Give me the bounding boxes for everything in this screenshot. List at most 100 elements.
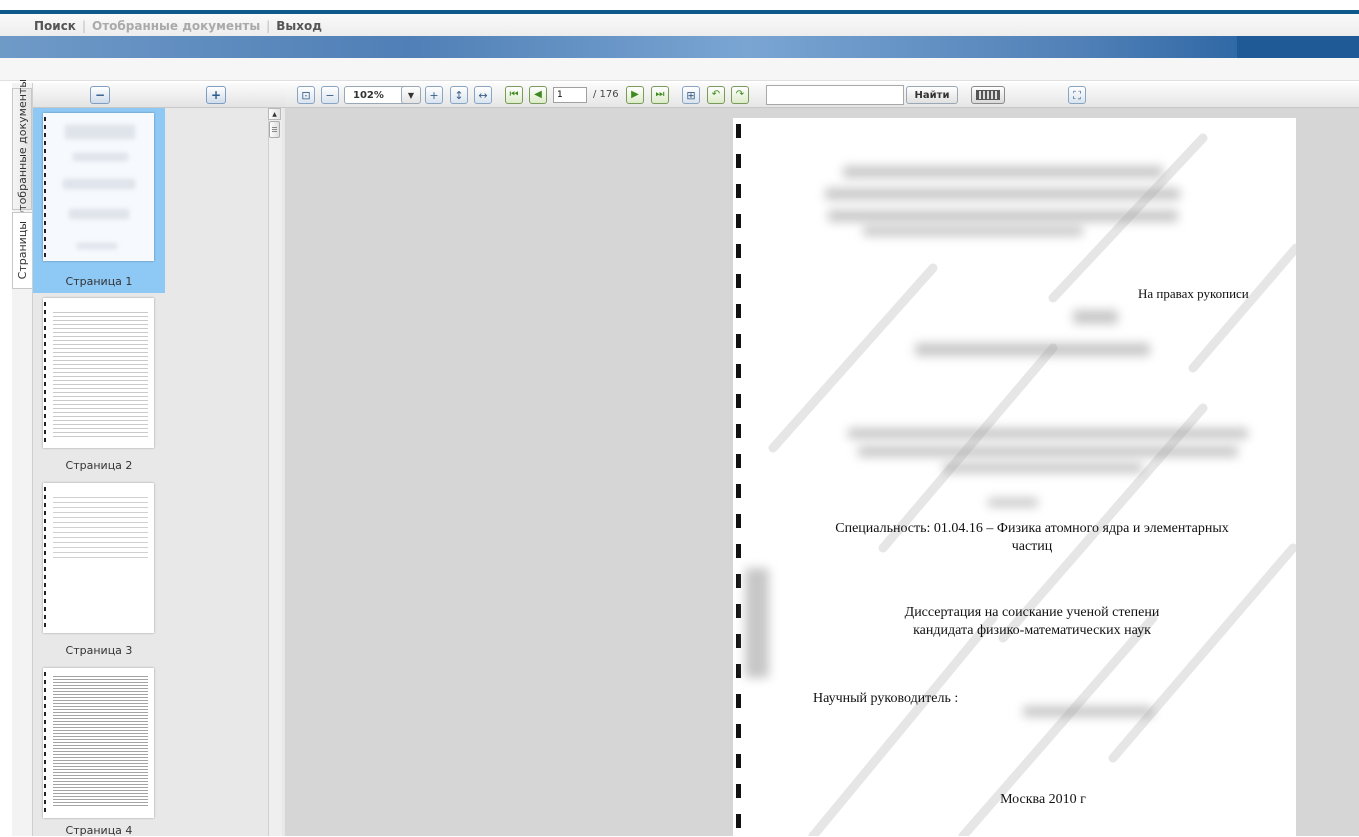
- first-page-button[interactable]: ⏮: [505, 86, 523, 104]
- thumbnail-zoom-out-button[interactable]: −: [90, 86, 110, 104]
- tab-pages-label: Страницы: [16, 221, 29, 280]
- arrow-left-icon: ◀: [534, 89, 542, 100]
- fullscreen-button[interactable]: ⛶: [1068, 86, 1086, 104]
- blurred-text: [73, 153, 128, 161]
- header-gap: [0, 58, 1359, 81]
- perforation-mark: [736, 124, 741, 836]
- thumbnail-label: Страница 3: [65, 644, 133, 657]
- back-button[interactable]: ↶: [707, 86, 725, 104]
- specialty-line-1: Специальность: 01.04.16 – Физика атомног…: [835, 521, 1229, 536]
- first-page-icon: ⏮: [509, 89, 519, 100]
- zoom-out-button[interactable]: −: [321, 86, 339, 104]
- scroll-up-button[interactable]: ▲: [268, 108, 281, 120]
- scrollbar-thumb[interactable]: [269, 121, 280, 138]
- undo-arrow-icon: ↶: [711, 89, 721, 100]
- thumbnail-page-4[interactable]: Страница 4: [33, 663, 165, 837]
- blurred-text: [65, 125, 135, 139]
- fit-width-icon: ↔: [478, 88, 488, 102]
- document-page[interactable]: На правах рукописи Специальность: 01.04.…: [733, 118, 1296, 836]
- thumbnail-label: Страница 1: [65, 275, 133, 288]
- blurred-text: [63, 179, 135, 189]
- plus-icon: +: [210, 88, 222, 102]
- thumbnail-image: [43, 298, 154, 448]
- dissertation-line-2: кандидата физико-математических наук: [913, 623, 1151, 638]
- blurred-text: [915, 343, 1150, 356]
- fit-height-icon: ↕: [454, 88, 464, 102]
- thumbnail-page-1[interactable]: Страница 1: [33, 108, 165, 293]
- thumbnail-label: Страница 4: [65, 824, 133, 837]
- tab-selected-documents-label: Отобранные документы: [15, 78, 29, 220]
- arrow-up-icon: ▲: [272, 110, 277, 118]
- arrow-right-icon: ▶: [631, 89, 639, 100]
- keyboard-icon: [976, 90, 1000, 100]
- zoom-level-field[interactable]: 102%: [344, 86, 408, 104]
- blurred-text: [863, 226, 1083, 236]
- minus-icon: −: [325, 88, 335, 102]
- blurred-text: [69, 209, 129, 219]
- blurred-text: [843, 166, 1163, 178]
- fit-width-button[interactable]: ↔: [474, 86, 492, 104]
- menu-selected-docs-link[interactable]: Отобранные документы: [92, 19, 260, 33]
- blurred-text: [988, 498, 1038, 507]
- blurred-text: [858, 446, 1238, 457]
- text-lines: [53, 312, 148, 438]
- blurred-text: [1073, 310, 1118, 324]
- thumbnail-label: Страница 2: [65, 459, 133, 472]
- specialty-line-2: частиц: [1011, 539, 1053, 554]
- thumbnail-image: [43, 113, 154, 261]
- cart-icon: ⊞: [686, 88, 696, 102]
- thumbnail-page-2[interactable]: Страница 2: [33, 293, 165, 478]
- thumbnail-page-3[interactable]: Страница 3: [33, 478, 165, 663]
- perforation-mark: [44, 302, 46, 442]
- menu-separator: |: [266, 18, 271, 33]
- header-banner-end: [1237, 36, 1359, 58]
- next-page-button[interactable]: ▶: [626, 86, 644, 104]
- previous-page-button[interactable]: ◀: [529, 86, 547, 104]
- menu-separator: |: [81, 18, 86, 33]
- fit-height-button[interactable]: ↕: [450, 86, 468, 104]
- blurred-stamp: [745, 568, 769, 678]
- fit-page-button[interactable]: ⊡: [297, 86, 315, 104]
- forward-button[interactable]: ↷: [731, 86, 749, 104]
- thumbnail-scrollbar[interactable]: [268, 108, 282, 836]
- magnifier-icon: ⊡: [301, 88, 311, 102]
- redo-arrow-icon: ↷: [735, 89, 745, 100]
- search-input[interactable]: [766, 85, 904, 105]
- virtual-keyboard-button[interactable]: [971, 86, 1005, 104]
- city-year: Москва 2010 г: [1000, 792, 1086, 807]
- top-menu: Поиск | Отобранные документы | Выход: [34, 18, 322, 33]
- blurred-text: [848, 428, 1248, 439]
- perforation-mark: [44, 487, 46, 627]
- zoom-in-button[interactable]: +: [425, 86, 443, 104]
- zoom-dropdown-button[interactable]: ▼: [401, 86, 421, 104]
- blurred-text: [1023, 706, 1153, 717]
- fullscreen-icon: ⛶: [1073, 88, 1081, 102]
- blurred-text: [828, 210, 1178, 222]
- blurred-text: [77, 243, 117, 249]
- thumbnail-panel-header: [33, 83, 285, 108]
- page-number-input[interactable]: [553, 87, 587, 103]
- add-to-cart-button[interactable]: ⊞: [682, 86, 700, 104]
- header-banner: [0, 36, 1359, 58]
- chevron-down-icon: ▼: [407, 90, 415, 100]
- last-page-icon: ⏭: [655, 89, 665, 100]
- rights-reserved-text: На правах рукописи: [1138, 286, 1249, 301]
- blurred-text: [825, 188, 1180, 200]
- text-lines: [53, 497, 148, 558]
- total-pages: / 176: [593, 89, 619, 100]
- last-page-button[interactable]: ⏭: [651, 86, 669, 104]
- menu-search-link[interactable]: Поиск: [34, 19, 76, 33]
- menu-logout-link[interactable]: Выход: [276, 19, 322, 33]
- find-button[interactable]: Найти: [906, 86, 958, 104]
- thumbnail-image: [43, 483, 154, 633]
- blurred-text: [943, 463, 1143, 473]
- thumbnail-zoom-in-button[interactable]: +: [206, 86, 226, 104]
- supervisor-label: Научный руководитель :: [813, 691, 959, 706]
- perforation-mark: [44, 117, 46, 257]
- tab-pages[interactable]: Страницы: [12, 212, 32, 289]
- perforation-mark: [44, 672, 46, 812]
- dissertation-line-1: Диссертация на соискание ученой степени: [904, 605, 1160, 620]
- thumbnail-image: [43, 668, 154, 818]
- tab-selected-documents[interactable]: Отобранные документы: [12, 79, 32, 219]
- plus-icon: +: [429, 88, 439, 102]
